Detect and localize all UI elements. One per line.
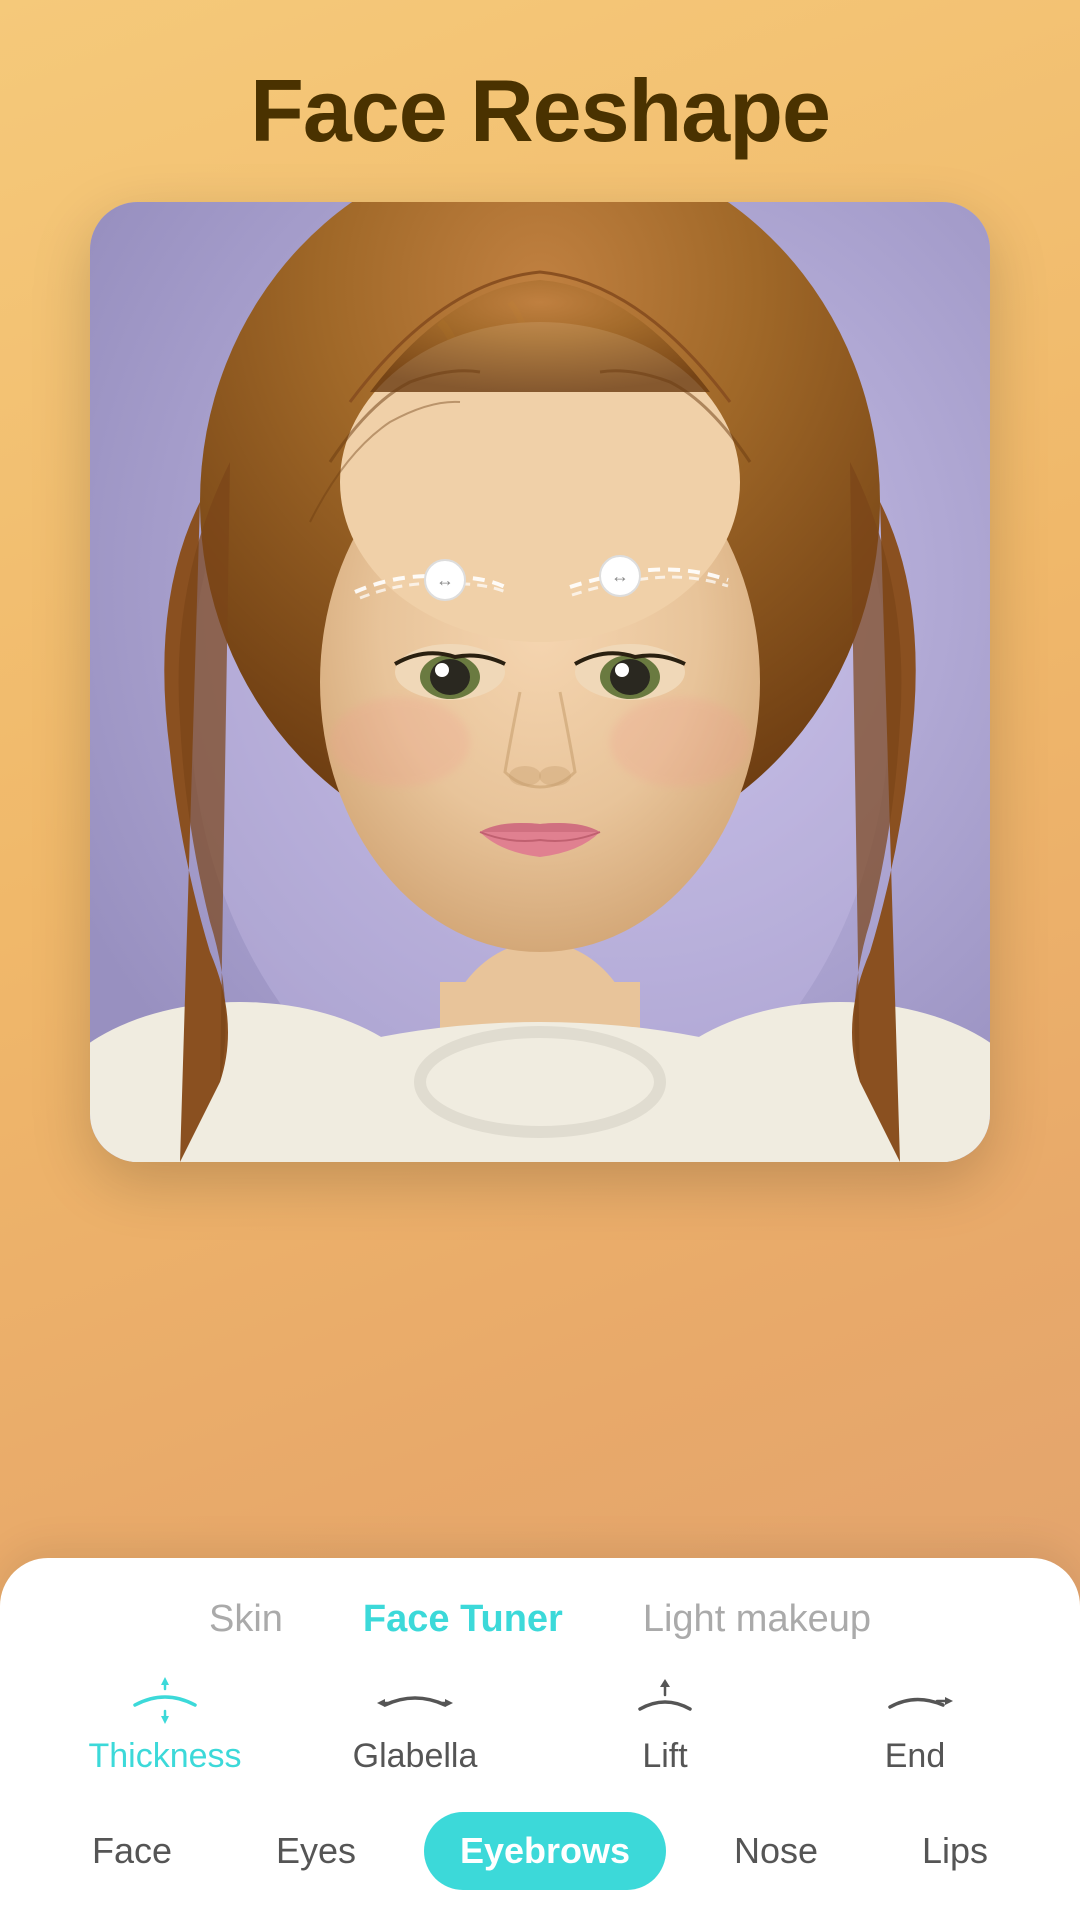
tab-light-makeup[interactable]: Light makeup — [643, 1598, 871, 1641]
tabs-row: Skin Face Tuner Light makeup — [40, 1598, 1040, 1641]
tool-lift[interactable]: Lift — [575, 1677, 755, 1776]
tab-skin[interactable]: Skin — [209, 1598, 283, 1641]
category-nose[interactable]: Nose — [698, 1812, 854, 1890]
tab-face-tuner[interactable]: Face Tuner — [363, 1598, 563, 1641]
tool-thickness[interactable]: Thickness — [75, 1677, 255, 1776]
bottom-panel: Skin Face Tuner Light makeup Thickness — [0, 1558, 1080, 1920]
category-lips[interactable]: Lips — [886, 1812, 1024, 1890]
end-icon — [875, 1677, 955, 1727]
category-row: Face Eyes Eyebrows Nose Lips — [40, 1812, 1040, 1890]
lift-label: Lift — [642, 1737, 687, 1776]
category-face[interactable]: Face — [56, 1812, 208, 1890]
thickness-icon — [125, 1677, 205, 1727]
thickness-label: Thickness — [88, 1737, 241, 1776]
svg-text:↔: ↔ — [436, 570, 454, 590]
lift-icon — [625, 1677, 705, 1727]
category-eyes[interactable]: Eyes — [240, 1812, 392, 1890]
tools-row: Thickness Glabella — [40, 1677, 1040, 1776]
category-eyebrows[interactable]: Eyebrows — [424, 1812, 666, 1890]
image-card: ↔ ↔ — [90, 202, 990, 1162]
tool-end[interactable]: End — [825, 1677, 1005, 1776]
end-label: End — [885, 1737, 946, 1776]
page-title: Face Reshape — [250, 60, 830, 162]
glabella-label: Glabella — [353, 1737, 478, 1776]
tool-glabella[interactable]: Glabella — [325, 1677, 505, 1776]
glabella-icon — [375, 1677, 455, 1727]
svg-text:↔: ↔ — [611, 566, 629, 586]
